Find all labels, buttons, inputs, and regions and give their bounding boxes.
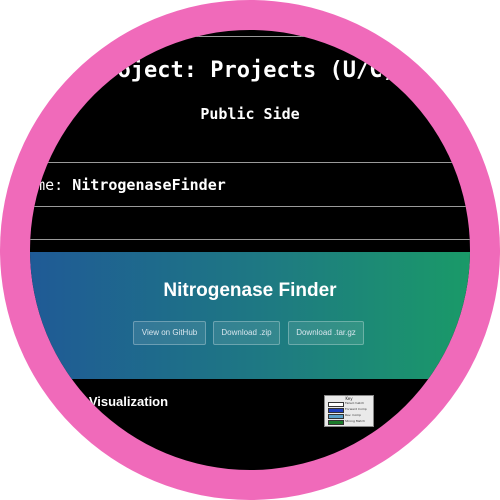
project-name-label: t Name:	[30, 176, 64, 194]
page-subtitle: Public Side	[200, 105, 300, 123]
page-title: roject: Projects (U/C)	[104, 58, 396, 83]
banner-title: Nitrogenase Finder	[163, 280, 337, 301]
divider	[30, 162, 470, 163]
key-label: Strong Match	[345, 419, 365, 423]
divider	[30, 206, 470, 207]
visualization-heading: e Visualization	[78, 394, 169, 409]
key-entry: Rev. Comp	[328, 413, 371, 419]
visualization-key: Key Failed match Forward Comp Rev. Comp …	[324, 395, 374, 427]
page-viewport: roject: Projects (U/C) Public Side t Nam…	[30, 30, 470, 470]
view-on-github-button[interactable]: View on GitHub	[133, 321, 206, 345]
key-entry: Failed match	[328, 401, 371, 407]
project-name-value: NitrogenaseFinder	[72, 176, 226, 194]
key-swatch	[328, 420, 344, 425]
key-label: Failed match	[345, 401, 365, 405]
project-banner: Nitrogenase Finder View on GitHub Downlo…	[30, 252, 470, 379]
download-zip-button[interactable]: Download .zip	[213, 321, 280, 345]
key-entry: Strong Match	[328, 419, 371, 425]
key-label: Forward Comp	[345, 407, 367, 411]
key-label: Rev. Comp	[345, 413, 362, 417]
divider	[30, 36, 470, 37]
page-content: roject: Projects (U/C) Public Side t Nam…	[30, 30, 470, 470]
project-name-row: t Name: NitrogenaseFinder	[30, 176, 226, 194]
key-entry: Forward Comp	[328, 407, 371, 413]
download-tar-gz-button[interactable]: Download .tar.gz	[288, 321, 364, 345]
divider	[30, 239, 470, 240]
